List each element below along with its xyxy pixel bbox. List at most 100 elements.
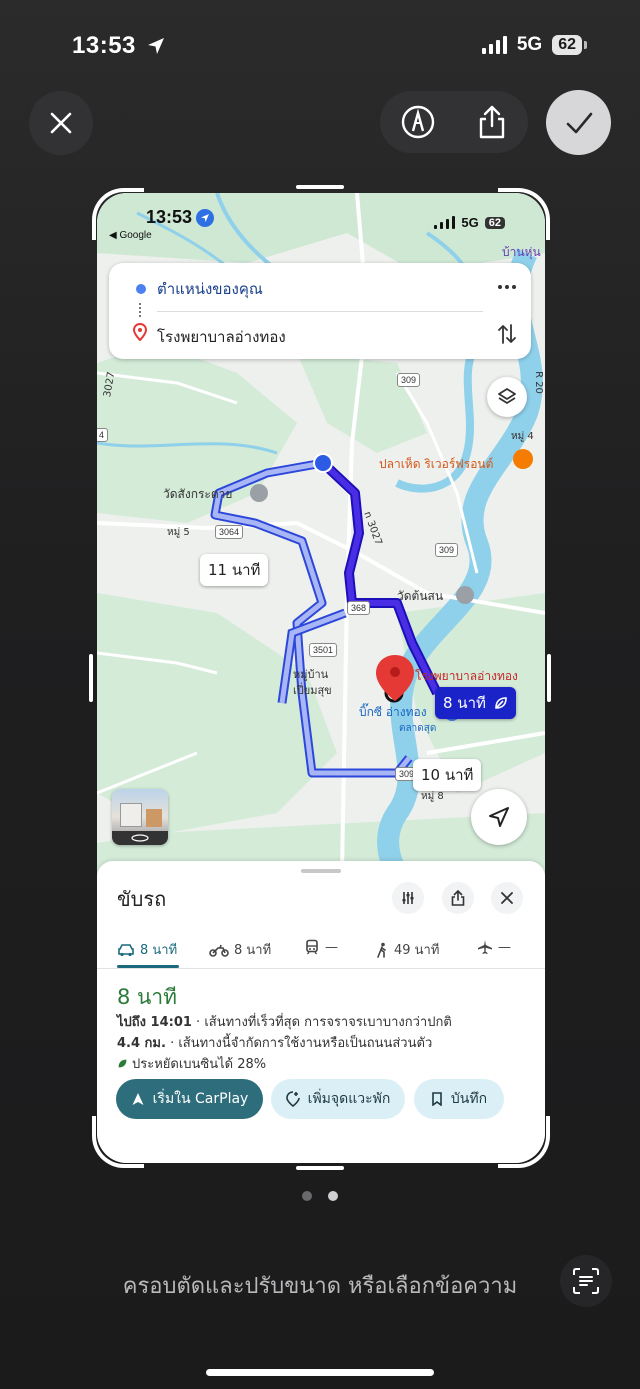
- arrival-time: ไปถึง 14:01: [117, 1015, 192, 1030]
- sheet-share-button[interactable]: [442, 882, 474, 914]
- map-label: บ้านหุ่น: [502, 245, 541, 259]
- share-button[interactable]: [476, 104, 508, 140]
- map-label: บิ๊กซี อ่างทอง: [359, 705, 427, 719]
- road-badge: 4: [97, 428, 109, 442]
- tab-walk-label: 49 นาที: [394, 943, 440, 958]
- eco-leaf-icon: [495, 697, 507, 709]
- map-label-road: R 20: [532, 371, 544, 394]
- add-location-icon: [285, 1091, 300, 1107]
- home-indicator[interactable]: [206, 1369, 434, 1376]
- road-badge: 3064: [215, 525, 244, 539]
- crop-handle-right[interactable]: [547, 654, 551, 702]
- layers-button[interactable]: [487, 377, 527, 417]
- sheet-handle[interactable]: [301, 869, 341, 873]
- inner-location-icon: [196, 209, 214, 227]
- fuel-saving: ประหยัดเบนซินได้ 28%: [117, 1053, 266, 1074]
- close-button[interactable]: [29, 91, 93, 155]
- destination-field[interactable]: โรงพยาบาลอ่างทอง: [157, 325, 286, 349]
- add-stop-button[interactable]: เพิ่มจุดแวะพัก: [271, 1079, 405, 1119]
- road-badge: 3501: [309, 643, 338, 657]
- tab-walk[interactable]: 49 นาที: [375, 939, 439, 960]
- map-label: หมู่ 5: [167, 527, 190, 538]
- navigation-arrow-icon: [132, 1093, 144, 1105]
- battery-level: 62: [552, 35, 587, 55]
- page-dot-active[interactable]: [328, 1191, 338, 1201]
- close-icon: [501, 892, 513, 904]
- markup-button[interactable]: [400, 104, 436, 140]
- map-label: หมู่ 4: [511, 431, 534, 442]
- airplane-icon: [478, 940, 492, 954]
- tab-motorcycle-label: 8 นาที: [234, 943, 272, 958]
- tab-motorcycle[interactable]: 8 นาที: [209, 939, 271, 960]
- divider: [157, 311, 483, 312]
- map-label-hospital: โรงพยาบาลอ่างทอง: [415, 669, 518, 683]
- route-time-alt-2[interactable]: 10 นาที: [413, 759, 482, 791]
- done-button[interactable]: [546, 90, 611, 155]
- tab-car[interactable]: 8 นาที: [117, 939, 177, 960]
- train-icon: [306, 939, 318, 955]
- road-badge: 309: [435, 543, 459, 557]
- share-icon: [479, 105, 505, 139]
- inner-status-time: 13:53: [146, 207, 193, 227]
- toolbar-group: [380, 91, 528, 153]
- map-label-restaurant: ปลาเห็ด ริเวอร์ฟรอนต์: [379, 457, 494, 471]
- swap-vert-icon: [498, 324, 516, 344]
- tab-car-label: 8 นาที: [140, 943, 178, 958]
- checkmark-icon: [566, 112, 592, 133]
- more-options-button[interactable]: [497, 277, 517, 301]
- tab-transit[interactable]: —: [304, 939, 338, 955]
- directions-sheet: ขับรถ 8 นาที 8 นาที — 49 นาที — 8 นาที ไ…: [97, 861, 545, 1163]
- status-time: 13:53: [72, 32, 136, 59]
- route-options-button[interactable]: [392, 882, 424, 914]
- location-arrow-icon: [146, 36, 166, 60]
- screenshot-preview[interactable]: 13:53 ◀ Google 5G 62 บ้านหุ่น วัดสังกระต…: [97, 193, 545, 1163]
- sheet-close-button[interactable]: [491, 882, 523, 914]
- road-badge: 368: [347, 601, 371, 615]
- close-icon: [50, 112, 72, 134]
- eco-leaf-icon: [118, 1059, 127, 1068]
- status-indicators: 5G 62: [481, 34, 587, 56]
- page-dot[interactable]: [302, 1191, 312, 1201]
- route-duration: 8 นาที: [117, 985, 178, 1009]
- destination-pin-icon: [132, 322, 148, 345]
- inner-status-indicators: 5G 62: [434, 215, 505, 230]
- inner-signal-icon: [434, 216, 456, 229]
- road-badge: 309: [397, 373, 421, 387]
- map-label: วัดสังกระตาย: [163, 487, 233, 501]
- add-stop-label: เพิ่มจุดแวะพัก: [307, 1091, 391, 1107]
- live-text-button[interactable]: [560, 1255, 612, 1307]
- building-shape: [120, 803, 142, 827]
- swap-route-button[interactable]: [497, 323, 517, 349]
- building-shape: [146, 809, 162, 827]
- travel-mode-tabs: 8 นาที 8 นาที — 49 นาที —: [97, 933, 545, 969]
- share-icon: [451, 890, 465, 906]
- save-route-button[interactable]: บันทึก: [414, 1079, 504, 1119]
- distance-detail: · เส้นทางนี้จำกัดการใช้งานหรือเป็นถนนส่ว…: [165, 1036, 433, 1051]
- crop-handle-bottom[interactable]: [296, 1166, 344, 1170]
- route-time-alt-1[interactable]: 11 นาที: [200, 554, 269, 586]
- tab-flight-label: —: [498, 939, 511, 955]
- layers-icon: [498, 388, 516, 404]
- route-time-selected[interactable]: 8 นาที: [435, 687, 516, 719]
- recenter-button[interactable]: [471, 789, 527, 845]
- street-view-thumbnail[interactable]: [112, 789, 168, 845]
- map-label: เปี่ยมสุข: [293, 684, 332, 697]
- distance-value: 4.4 กม.: [117, 1036, 166, 1051]
- crop-handle-left[interactable]: [89, 654, 93, 702]
- origin-field[interactable]: ตำแหน่งของคุณ: [157, 277, 263, 301]
- navigation-arrow-icon: [489, 807, 509, 827]
- page-indicator: [302, 1191, 338, 1201]
- tab-flight[interactable]: —: [477, 939, 511, 955]
- tab-transit-label: —: [325, 939, 338, 955]
- car-icon: [118, 943, 134, 956]
- start-carplay-button[interactable]: เริ่มใน CarPlay: [116, 1079, 263, 1119]
- map-label: วัดต้นสน: [397, 589, 444, 603]
- bookmark-icon: [432, 1092, 442, 1106]
- tune-icon: [402, 892, 414, 904]
- route-distance: 4.4 กม. · เส้นทางนี้จำกัดการใช้งานหรือเป…: [117, 1032, 432, 1053]
- route-arrival: ไปถึง 14:01 · เส้นทางที่เร็วที่สุด การจร…: [117, 1011, 452, 1032]
- crop-handle-top[interactable]: [296, 185, 344, 189]
- route-card: ตำแหน่งของคุณ โรงพยาบาลอ่างทอง: [109, 263, 531, 359]
- arrival-detail: · เส้นทางที่เร็วที่สุด การจราจรเบาบางกว่…: [191, 1015, 452, 1030]
- signal-icon: [481, 36, 507, 54]
